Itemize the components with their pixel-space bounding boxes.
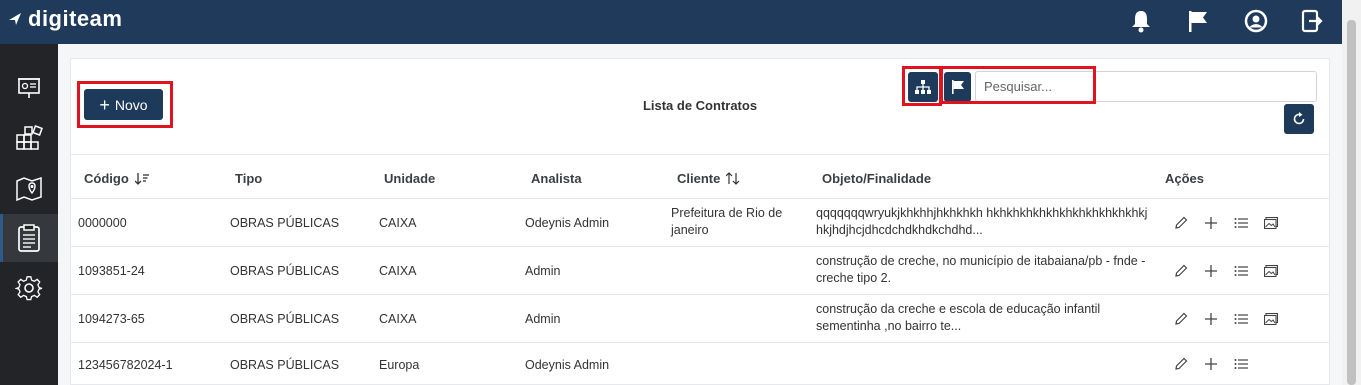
table-row[interactable]: 1094273-65 OBRAS PÚBLICAS CAIXA Admin co… — [71, 295, 1329, 343]
scrollbar-thumb[interactable] — [1347, 20, 1356, 385]
app-logo[interactable]: digiteam — [8, 6, 122, 32]
cell-tipo: OBRAS PÚBLICAS — [230, 264, 340, 278]
sidebar — [0, 44, 58, 385]
cell-unidade: CAIXA — [379, 312, 417, 326]
user-circle-icon[interactable] — [1244, 9, 1268, 33]
sidebar-item-presentation[interactable] — [0, 64, 58, 112]
column-header-acoes: Ações — [1165, 171, 1205, 186]
refresh-button[interactable] — [1284, 104, 1314, 134]
edit-pencil-icon[interactable] — [1166, 264, 1196, 278]
refresh-icon — [1293, 112, 1305, 125]
table-row[interactable]: 123456782024-1 OBRAS PÚBLICAS Europa Ode… — [71, 343, 1329, 385]
sidebar-item-settings[interactable] — [0, 264, 58, 312]
cell-codigo: 1093851-24 — [78, 264, 145, 278]
cell-tipo: OBRAS PÚBLICAS — [230, 216, 340, 230]
table-header: Código Tipo Unidade Analista Cliente Obj… — [71, 154, 1329, 199]
sidebar-item-blocks[interactable] — [0, 114, 58, 162]
grid-blocks-icon — [16, 125, 43, 150]
page-title: Lista de Contratos — [642, 98, 758, 113]
sort-both-icon[interactable] — [726, 172, 740, 185]
cell-analista: Admin — [525, 264, 561, 278]
cell-analista: Odeynis Admin — [525, 216, 610, 230]
list-icon[interactable] — [1226, 265, 1256, 277]
gear-icon — [15, 276, 43, 301]
sidebar-item-contracts[interactable] — [0, 214, 58, 262]
cell-objeto: qqqqqqqwryukjkhkhhjhkhkhkh hkhkhkhkhkhkh… — [816, 206, 1148, 237]
cell-codigo: 123456782024-1 — [78, 358, 173, 372]
table-row[interactable]: 1093851-24 OBRAS PÚBLICAS CAIXA Admin co… — [71, 247, 1329, 295]
highlight-box-search — [940, 66, 1096, 104]
add-plus-icon[interactable] — [1196, 216, 1226, 230]
cell-objeto: construção de creche, no município de it… — [816, 254, 1146, 285]
page-scrollbar[interactable] — [1342, 0, 1361, 385]
cell-analista: Admin — [525, 312, 561, 326]
cell-analista: Odeynis Admin — [525, 358, 610, 372]
table-row[interactable]: 0000000 OBRAS PÚBLICAS CAIXA Odeynis Adm… — [71, 199, 1329, 247]
column-header-tipo[interactable]: Tipo — [235, 171, 262, 186]
image-icon[interactable] — [1256, 265, 1286, 277]
highlight-box-new — [77, 81, 173, 128]
cell-tipo: OBRAS PÚBLICAS — [230, 358, 340, 372]
image-icon[interactable] — [1256, 313, 1286, 325]
row-actions — [1166, 247, 1286, 295]
row-actions — [1166, 343, 1256, 385]
bell-icon[interactable] — [1130, 9, 1152, 33]
list-icon[interactable] — [1226, 313, 1256, 325]
column-header-analista[interactable]: Analista — [531, 171, 582, 186]
sort-desc-icon[interactable] — [134, 172, 149, 185]
presentation-board-icon — [18, 78, 40, 98]
logout-icon[interactable] — [1301, 9, 1323, 33]
column-header-unidade[interactable]: Unidade — [384, 171, 435, 186]
row-actions — [1166, 199, 1286, 247]
cell-codigo: 0000000 — [78, 216, 127, 230]
map-pin-icon — [16, 176, 42, 202]
cell-tipo: OBRAS PÚBLICAS — [230, 312, 340, 326]
edit-pencil-icon[interactable] — [1166, 312, 1196, 326]
cell-unidade: CAIXA — [379, 216, 417, 230]
cell-cliente: Prefeitura de Rio de janeiro — [671, 206, 783, 237]
image-icon[interactable] — [1256, 217, 1286, 229]
app-name: digiteam — [28, 6, 123, 31]
cell-unidade: Europa — [379, 358, 420, 372]
list-icon[interactable] — [1226, 217, 1256, 229]
cell-objeto: construção da creche e escola de educaçã… — [816, 302, 1101, 333]
cell-unidade: CAIXA — [379, 264, 417, 278]
clipboard-list-icon — [18, 224, 40, 252]
add-plus-icon[interactable] — [1196, 357, 1226, 371]
row-actions — [1166, 295, 1286, 343]
column-header-codigo[interactable]: Código — [84, 171, 149, 186]
column-header-cliente[interactable]: Cliente — [677, 171, 740, 186]
cell-codigo: 1094273-65 — [78, 312, 145, 326]
top-navbar: digiteam — [0, 0, 1361, 44]
add-plus-icon[interactable] — [1196, 312, 1226, 326]
logo-arrow-icon — [9, 13, 21, 25]
edit-pencil-icon[interactable] — [1166, 216, 1196, 230]
sidebar-item-map[interactable] — [0, 164, 58, 212]
column-header-objeto[interactable]: Objeto/Finalidade — [822, 171, 931, 186]
list-icon[interactable] — [1226, 358, 1256, 370]
flag-icon[interactable] — [1187, 9, 1209, 33]
add-plus-icon[interactable] — [1196, 264, 1226, 278]
edit-pencil-icon[interactable] — [1166, 357, 1196, 371]
highlight-box-hierarchy — [902, 66, 942, 106]
